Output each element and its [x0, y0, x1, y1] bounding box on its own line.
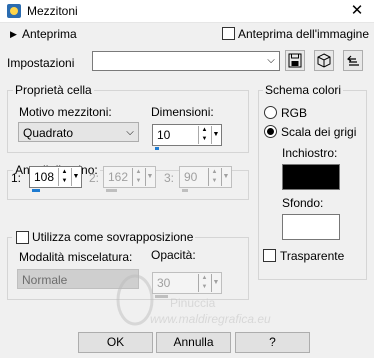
angle-1-label: 1:	[11, 171, 22, 185]
opacity-dropdown-icon: ▼	[211, 274, 220, 292]
arrow-up-icon[interactable]: ▲	[59, 168, 70, 177]
save-icon	[288, 53, 302, 68]
size-value: 10	[157, 128, 171, 142]
blend-mode-select: Normale	[17, 269, 139, 289]
opacity-label: Opacità:	[151, 248, 196, 262]
size-spin-arrows[interactable]: ▲ ▼	[198, 126, 210, 144]
angle-3-spin-arrows: ▲ ▼	[208, 168, 220, 186]
size-level-bar	[155, 147, 159, 150]
angle-1-spin-arrows[interactable]: ▲ ▼	[58, 168, 70, 186]
preview-label[interactable]: Anteprima	[22, 27, 77, 41]
cube-icon	[317, 53, 331, 68]
size-spinner[interactable]: 10 ▲ ▼ ▼	[152, 124, 222, 150]
pattern-value: Quadrato	[23, 126, 74, 140]
window-title: Mezzitoni	[27, 4, 78, 18]
angle-3-dropdown-icon: ▼	[221, 168, 230, 186]
angle-2-dropdown-icon: ▼	[145, 168, 154, 186]
expand-icon[interactable]: ▶	[10, 29, 17, 40]
arrow-up-icon[interactable]: ▲	[199, 126, 210, 135]
image-preview-label[interactable]: Anteprima dell'immagine	[238, 27, 369, 41]
close-button[interactable]: ✕	[340, 0, 374, 23]
chevron-down-icon: ⌵	[126, 127, 134, 138]
save-preset-button[interactable]	[285, 50, 305, 71]
angle-1-value: 108	[34, 170, 55, 184]
opacity-spin-arrows: ▲ ▼	[198, 274, 210, 292]
ink-color-swatch[interactable]	[282, 164, 340, 190]
arrow-down-icon: ▼	[201, 284, 208, 290]
angle-3-label: 3:	[164, 171, 175, 185]
arrow-up-icon: ▲	[211, 169, 218, 175]
help-button[interactable]: ?	[235, 332, 310, 353]
chevron-down-icon: ⌵	[267, 55, 275, 66]
watermark-line2: www.maldiregrafica.eu	[150, 312, 271, 326]
grayscale-label[interactable]: Scala dei grigi	[281, 125, 356, 139]
angle-1-dropdown-icon[interactable]: ▼	[71, 168, 80, 186]
reset-icon	[347, 55, 359, 66]
reset-preset-button[interactable]	[343, 50, 363, 71]
overlay-checkbox[interactable]	[16, 231, 29, 244]
blend-mode-label: Modalità miscelatura:	[19, 250, 133, 264]
pattern-label: Motivo mezzitoni:	[19, 105, 112, 119]
cell-properties-title: Proprietà cella	[13, 83, 94, 97]
size-dropdown-icon[interactable]: ▼	[211, 126, 220, 144]
overlay-title-bg: Utilizza come sovrapposizione	[12, 230, 196, 244]
angle-2-value: 162	[108, 170, 129, 184]
load-preset-button[interactable]	[314, 50, 334, 71]
arrow-down-icon: ▼	[211, 178, 218, 184]
transparent-label[interactable]: Trasparente	[280, 249, 344, 263]
size-label: Dimensioni:	[151, 105, 214, 119]
arrow-down-icon: ▼	[135, 178, 142, 184]
ink-label: Inchiostro:	[282, 146, 338, 160]
angle-3-level-bar	[182, 189, 188, 192]
title-bar: Mezzitoni ✕	[0, 0, 374, 23]
angle-2-spin-arrows: ▲ ▼	[132, 168, 144, 186]
angle-2-label: 2:	[89, 171, 100, 185]
arrow-up-icon: ▲	[135, 169, 142, 175]
cancel-button[interactable]: Annulla	[156, 332, 231, 353]
arrow-down-icon[interactable]: ▼	[199, 135, 210, 144]
rgb-radio[interactable]	[264, 106, 277, 119]
pattern-select[interactable]: Quadrato ⌵	[18, 122, 139, 142]
transparent-checkbox[interactable]	[263, 249, 276, 262]
background-label: Sfondo:	[282, 196, 324, 210]
color-scheme-title: Schema colori	[263, 83, 344, 97]
rgb-label[interactable]: RGB	[281, 106, 307, 120]
opacity-level-bar	[155, 295, 168, 298]
overlay-label[interactable]: Utilizza come sovrapposizione	[32, 230, 193, 244]
arrow-down-icon[interactable]: ▼	[59, 177, 70, 186]
angle-2-level-bar	[106, 189, 117, 192]
blend-mode-value: Normale	[22, 273, 68, 287]
halftone-dialog: Mezzitoni ✕ ▶ Anteprima Anteprima dell'i…	[0, 0, 374, 358]
angle-3-spinner: 90 ▲ ▼ ▼	[179, 166, 232, 192]
arrow-up-icon: ▲	[201, 275, 208, 281]
presets-combo[interactable]: ⌵	[92, 51, 280, 71]
angle-1-level-bar	[32, 189, 40, 192]
angle-3-value: 90	[184, 170, 198, 184]
opacity-value: 30	[157, 276, 171, 290]
image-preview-checkbox[interactable]	[222, 27, 235, 40]
opacity-spinner: 30 ▲ ▼ ▼	[152, 272, 222, 298]
background-color-swatch[interactable]	[282, 214, 340, 240]
presets-label: Impostazioni	[7, 56, 75, 70]
ok-button[interactable]: OK	[78, 332, 153, 353]
app-icon	[7, 4, 21, 18]
angle-1-spinner[interactable]: 108 ▲ ▼ ▼	[29, 166, 82, 192]
grayscale-radio[interactable]	[264, 125, 277, 138]
angle-2-spinner: 162 ▲ ▼ ▼	[103, 166, 156, 192]
